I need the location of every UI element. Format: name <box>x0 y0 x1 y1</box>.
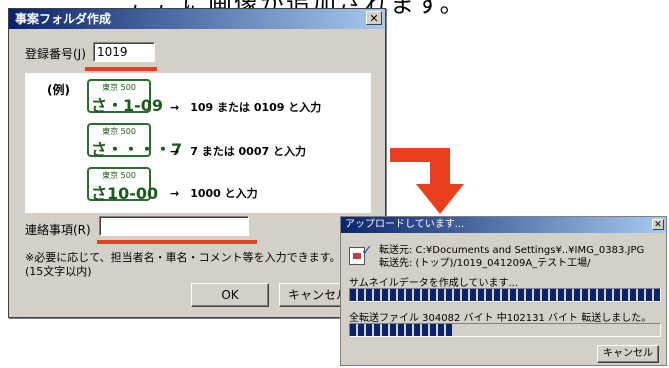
highlight-underline <box>97 240 257 244</box>
progress-fill <box>350 324 455 336</box>
registration-number-label: 登録番号(J) <box>25 47 86 61</box>
close-button[interactable]: ✕ <box>366 11 382 25</box>
transfer-status: 全転送ファイル 304082 バイト 中102131 バイト 転送しました。 <box>349 313 652 324</box>
plate-number: さ・1-09 <box>91 96 164 115</box>
registration-number-input[interactable]: 1019 <box>93 42 155 62</box>
plate-instruction: → 1000 と入力 <box>170 187 258 200</box>
license-plate-example: 東京 500 さ・1-09 <box>87 79 164 115</box>
example-label: (例) <box>47 83 70 97</box>
example-panel: (例) 東京 500 さ・1-09 → 109 または 0109 と入力 東京 … <box>25 73 371 213</box>
plate-instruction: → 109 または 0109 と入力 <box>170 101 322 114</box>
license-plate-example: 東京 500 さ10-00 <box>87 167 159 203</box>
checkmark-icon: ✓ <box>361 243 373 259</box>
transfer-progress-bar <box>349 323 661 337</box>
thumbnail-progress-bar <box>349 288 661 302</box>
cancel-button[interactable]: キャンセル <box>597 345 659 363</box>
contact-notes-input[interactable] <box>99 216 249 236</box>
upload-progress-dialog: アップロードしています... ✕ ✓ 転送元: C:¥Documents and… <box>340 216 667 366</box>
highlight-underline <box>85 67 157 71</box>
flow-arrow-icon <box>390 148 464 214</box>
plate-number: さ・・・・7 <box>91 140 183 159</box>
dialog-titlebar: アップロードしています... ✕ <box>341 217 666 233</box>
dialog-title: アップロードしています... <box>345 219 465 230</box>
dialog-titlebar: 事案フォルダ作成 ✕ <box>9 9 385 29</box>
thumbnail-status: サムネイルデータを作成しています... <box>349 278 519 289</box>
contact-notes-label: 連絡事項(R) <box>25 223 91 237</box>
destination-path: 転送先: (トップ)/1019_041209A_テスト工場/ <box>379 258 591 269</box>
plate-instruction: → 7 または 0007 と入力 <box>170 145 306 158</box>
dialog-title: 事案フォルダ作成 <box>15 12 112 26</box>
ok-button[interactable]: OK <box>191 283 269 307</box>
note-limit-text: (15文字以内) <box>25 265 92 278</box>
close-button[interactable]: ✕ <box>652 219 664 230</box>
license-plate-example: 東京 500 さ・・・・7 <box>87 123 183 159</box>
plate-number: さ10-00 <box>91 184 159 203</box>
create-folder-dialog: 事案フォルダ作成 ✕ 登録番号(J) 1019 (例) 東京 500 さ・1-0… <box>8 8 386 318</box>
progress-fill <box>350 289 660 301</box>
